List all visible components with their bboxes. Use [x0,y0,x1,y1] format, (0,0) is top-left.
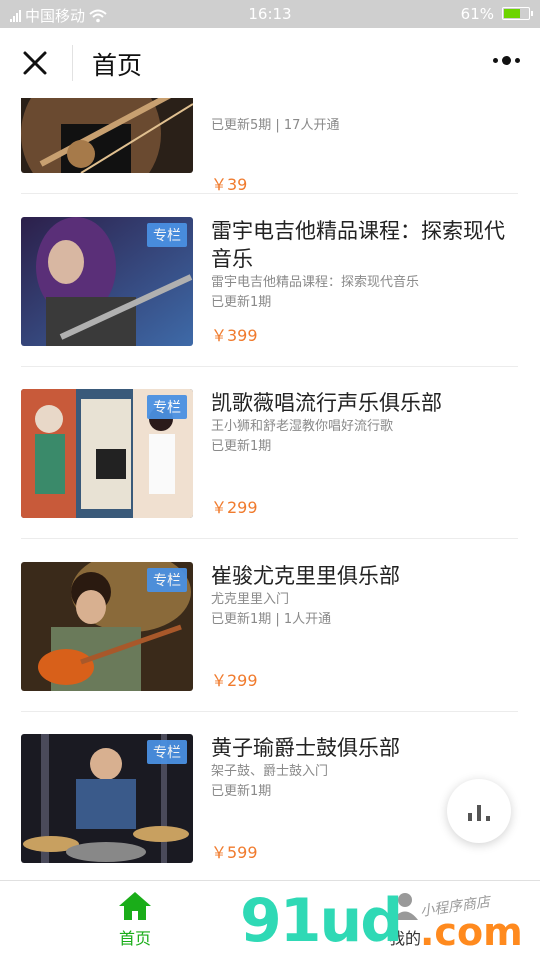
course-item[interactable]: 专栏 黄子瑜爵士鼓俱乐部 架子鼓、爵士鼓入门 已更新1期 ￥599 [21,712,518,880]
more-menu-icon[interactable] [493,56,520,65]
course-thumbnail [21,98,193,173]
clock: 16:13 [248,5,292,23]
page-title: 首页 [92,51,143,80]
course-thumbnail: 专栏 [21,217,193,346]
column-badge: 专栏 [147,568,187,592]
course-title: 崔骏尤克里里俱乐部 [211,564,400,588]
course-title: 凯歌薇唱流行声乐俱乐部 [211,391,442,415]
course-thumbnail: 专栏 [21,562,193,691]
battery-icon [502,7,533,20]
watermark-domain: .com [420,910,523,954]
course-item[interactable]: 专栏 雷宇电吉他精品课程：探索现代音乐 雷宇电吉他精品课程：探索现代音乐 已更新… [21,195,518,367]
course-item[interactable]: 专栏 崔骏尤克里里俱乐部 尤克里里入门 已更新1期 | 1人开通 ￥299 [21,540,518,712]
nav-divider [72,45,73,81]
course-price: ￥599 [211,843,258,862]
course-subtitle: 雷宇电吉他精品课程：探索现代音乐 [211,275,420,290]
course-item[interactable]: 已更新5期 | 17人开通 ￥39 [21,98,518,194]
nav-bar: 首页 [0,28,540,98]
course-item[interactable]: 专栏 凯歌薇唱流行声乐俱乐部 王小狮和舒老湿教你唱好流行歌 已更新1期 ￥299 [21,367,518,539]
watermark: 91ud 小程序商店 .com [240,888,540,958]
course-price: ￥299 [211,498,258,517]
course-title: 黄子瑜爵士鼓俱乐部 [211,736,400,760]
course-meta: 已更新1期 [211,295,272,310]
tab-home[interactable]: 首页 [75,891,195,949]
course-thumbnail: 专栏 [21,734,193,863]
battery-percent: 61% [460,5,494,23]
watermark-logo: 91ud [240,886,403,956]
course-title: 雷宇电吉他精品课程：探索现代音乐 [211,219,505,271]
stats-button[interactable] [447,779,511,843]
column-badge: 专栏 [147,740,187,764]
close-icon[interactable] [18,46,52,80]
course-subtitle: 王小狮和舒老湿教你唱好流行歌 [211,419,394,434]
course-list: 已更新5期 | 17人开通 ￥39 专栏 雷宇电吉他精品课程：探索现代音乐 雷宇… [0,98,540,880]
column-badge: 专栏 [147,395,187,419]
home-icon [119,892,151,920]
course-price: ￥399 [211,326,258,345]
course-subtitle: 尤克里里入门 [211,592,290,607]
course-meta: 已更新1期 [211,439,272,454]
course-meta: 已更新5期 | 17人开通 [211,118,340,133]
course-price: ￥39 [211,175,248,194]
status-bar: 中国移动 16:13 61% [0,0,540,28]
course-meta: 已更新1期 | 1人开通 [211,612,332,627]
column-badge: 专栏 [147,223,187,247]
course-thumbnail: 专栏 [21,389,193,518]
tab-home-label: 首页 [118,929,151,948]
course-price: ￥299 [211,671,258,690]
